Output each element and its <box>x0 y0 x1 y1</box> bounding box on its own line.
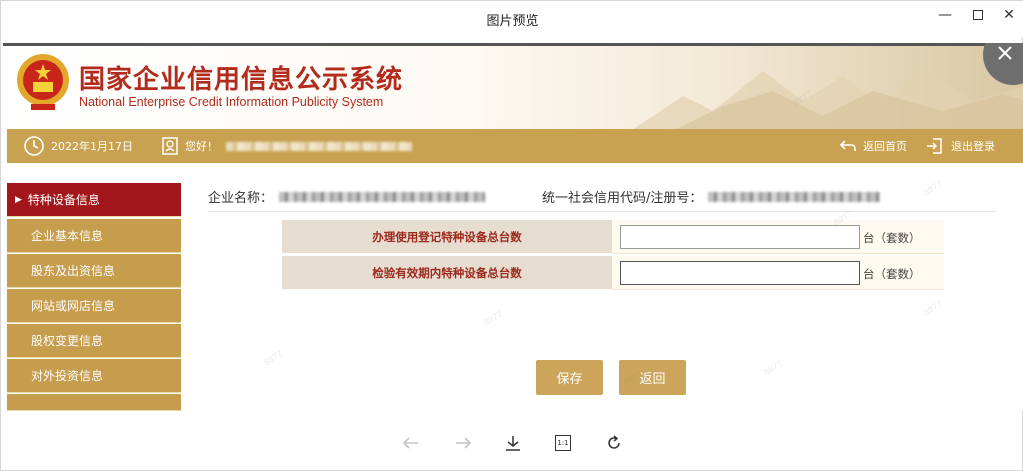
watermark-text: 8877 <box>921 298 945 318</box>
previous-button[interactable] <box>399 431 423 455</box>
sidebar-item-label: 网站或网店信息 <box>31 299 116 313</box>
image-preview-window: 图片预览 — ✕ 国家企业信用信息公示系统 National Enterpris… <box>0 0 1023 471</box>
redacted-company-name <box>279 191 486 202</box>
date-display: 2022年1月17日 <box>23 129 133 163</box>
maximize-button[interactable] <box>965 5 991 25</box>
watermark-text: 8877 <box>921 178 945 198</box>
return-home-link[interactable]: 返回首页 <box>839 129 907 163</box>
sidebar-item-label: 股权变更信息 <box>31 334 104 348</box>
watermark-text: 8877 <box>761 358 785 378</box>
close-icon <box>998 46 1012 60</box>
redacted-credit-code <box>708 191 881 202</box>
top-navbar: 2022年1月17日 您好！ 返回首页 退出登录 <box>7 129 1023 163</box>
site-title: 国家企业信用信息公示系统 <box>79 65 404 95</box>
user-badge-icon <box>161 136 179 156</box>
close-button[interactable]: ✕ <box>996 5 1022 25</box>
registered-total-input[interactable] <box>620 225 860 249</box>
return-home-label: 返回首页 <box>863 140 907 153</box>
sidebar-item-special-equipment[interactable]: ▶ 特种设备信息 <box>7 183 181 217</box>
minimize-button[interactable]: — <box>932 5 958 25</box>
user-greeting: 您好！ <box>161 129 412 163</box>
national-emblem-icon <box>17 54 69 110</box>
unit-label: 台（套数） <box>863 267 921 281</box>
watermark-text: 8877 <box>261 348 285 368</box>
preview-image: 国家企业信用信息公示系统 National Enterprise Credit … <box>3 43 1023 411</box>
title-bar: 图片预览 — ✕ <box>1 1 1023 37</box>
company-name-row: 企业名称： <box>208 187 486 206</box>
download-icon <box>506 436 520 451</box>
sidebar-item-investments[interactable]: 对外投资信息 <box>7 359 181 393</box>
return-arrow-icon <box>839 138 857 154</box>
site-subtitle: National Enterprise Credit Information P… <box>79 95 384 109</box>
triangle-right-icon: ▶ <box>15 194 22 205</box>
logout-label: 退出登录 <box>951 140 995 153</box>
preview-toolbar: 1:1 <box>1 425 1023 461</box>
next-button[interactable] <box>451 431 475 455</box>
download-button[interactable] <box>501 431 525 455</box>
registered-total-label: 办理使用登记特种设备总台数 <box>282 220 612 254</box>
mountain-illustration <box>633 66 1023 129</box>
rotate-icon <box>608 435 620 449</box>
unit-label: 台（套数） <box>863 231 921 245</box>
window-title: 图片预览 <box>486 14 539 29</box>
sidebar: ▶ 特种设备信息 企业基本信息 股东及出资信息 网站或网店信息 股权变更信息 对… <box>7 183 181 411</box>
sidebar-item-partial[interactable] <box>7 394 181 411</box>
sidebar-item-label: 股东及出资信息 <box>31 264 116 278</box>
maximize-icon <box>973 10 983 20</box>
company-name-label: 企业名称： <box>208 191 274 206</box>
sidebar-item-label: 特种设备信息 <box>27 193 100 207</box>
divider <box>208 211 996 212</box>
registered-total-cell: 台（套数） <box>612 220 944 254</box>
greeting-text: 您好！ <box>185 140 218 153</box>
watermark-text: 8877 <box>481 308 505 328</box>
rotate-button[interactable] <box>602 431 626 455</box>
actual-size-icon: 1:1 <box>555 435 571 451</box>
sidebar-item-label: 企业基本信息 <box>31 229 104 243</box>
logout-icon <box>925 136 945 156</box>
form-row-registered-total: 办理使用登记特种设备总台数 台（套数） <box>282 220 944 254</box>
redacted-username <box>226 141 412 151</box>
arrow-left-icon <box>402 437 418 449</box>
sidebar-item-websites[interactable]: 网站或网店信息 <box>7 289 181 323</box>
sidebar-item-basic-info[interactable]: 企业基本信息 <box>7 219 181 253</box>
credit-code-row: 统一社会信用代码/注册号： <box>542 187 881 206</box>
form-row-inspected-total: 检验有效期内特种设备总台数 台（套数） <box>282 256 944 290</box>
actual-size-button[interactable]: 1:1 <box>551 431 575 455</box>
clock-icon <box>23 135 45 157</box>
sidebar-item-shareholders[interactable]: 股东及出资信息 <box>7 254 181 288</box>
inspected-total-label: 检验有效期内特种设备总台数 <box>282 256 612 290</box>
logout-link[interactable]: 退出登录 <box>925 129 995 163</box>
arrow-right-icon <box>456 437 472 449</box>
date-text: 2022年1月17日 <box>51 140 133 153</box>
sidebar-item-equity-changes[interactable]: 股权变更信息 <box>7 324 181 358</box>
sidebar-item-label: 对外投资信息 <box>31 369 104 383</box>
inspected-total-input[interactable] <box>620 261 860 285</box>
inspected-total-cell: 台（套数） <box>612 256 944 290</box>
credit-code-label: 统一社会信用代码/注册号： <box>542 191 703 206</box>
site-banner: 国家企业信用信息公示系统 National Enterprise Credit … <box>3 46 1023 129</box>
save-button[interactable]: 保存 <box>536 360 603 395</box>
